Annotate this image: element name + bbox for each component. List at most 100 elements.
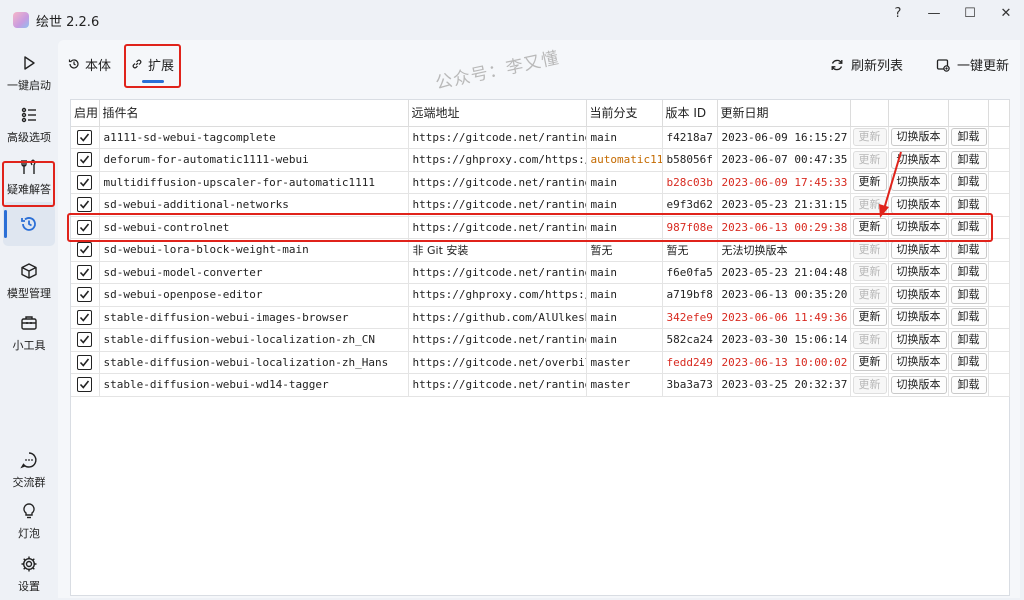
update-button[interactable]: 更新 [852,330,887,349]
switch-version-button[interactable]: 切换版本 [890,308,947,327]
switch-version-button[interactable]: 切换版本 [890,375,947,394]
extensions-table: 启用 插件名 远端地址 当前分支 版本 ID 更新日期 a1111-sd-web… [70,99,1010,596]
switch-version-button[interactable]: 切换版本 [890,330,947,349]
update-cell: 更新 [850,306,889,329]
version-id: 582ca24 [662,328,718,352]
uninstall-button[interactable]: 卸载 [950,375,987,394]
enabled-checkbox[interactable] [77,287,92,303]
tab-core[interactable]: 本体 [68,52,111,76]
update-all-button[interactable]: 一键更新 [936,55,1009,74]
update-button[interactable]: 更新 [852,263,887,282]
header-enabled: 启用 [71,100,100,127]
enabled-cell [71,126,100,149]
sidebar-item-extensions[interactable] [0,215,58,233]
uninstall-button[interactable]: 卸载 [950,240,987,259]
help-button[interactable]: ? [880,0,916,26]
switch-version-button[interactable]: 切换版本 [890,128,947,147]
enabled-checkbox[interactable] [77,264,92,280]
enabled-checkbox[interactable] [77,354,92,370]
switch-version-button[interactable]: 切换版本 [890,263,947,282]
close-button[interactable]: ✕ [988,0,1024,26]
update-button[interactable]: 更新 [852,375,887,394]
update-cell: 更新 [850,171,889,194]
extension-name: a1111-sd-webui-tagcomplete [99,126,409,149]
update-cell: 更新 [850,373,889,397]
check-icon [79,155,90,164]
enabled-checkbox[interactable] [77,242,92,258]
uninstall-button[interactable]: 卸载 [950,150,987,169]
sidebar-item-bulb[interactable]: 灯泡 [0,502,58,541]
uninstall-button[interactable]: 卸载 [950,330,987,349]
update-button[interactable]: 更新 [852,240,887,259]
update-button[interactable]: 更新 [852,150,887,169]
switch-version-button[interactable]: 切换版本 [890,173,947,192]
enabled-checkbox[interactable] [77,197,92,213]
header-action-1 [850,100,889,127]
enabled-checkbox[interactable] [77,332,92,348]
uninstall-cell: 卸载 [948,306,989,329]
uninstall-button[interactable]: 卸载 [950,173,987,192]
check-icon [79,200,90,209]
sidebar-item-models[interactable]: 模型管理 [0,262,58,301]
sidebar-item-launch[interactable]: 一键启动 [0,54,58,93]
uninstall-button[interactable]: 卸载 [950,128,987,147]
update-all-icon [936,58,950,72]
uninstall-button[interactable]: 卸载 [950,195,987,214]
refresh-list-button[interactable]: 刷新列表 [830,55,903,74]
uninstall-cell: 卸载 [948,283,989,307]
update-date: 2023-06-13 10:00:02 [717,351,851,374]
update-button[interactable]: 更新 [852,195,887,214]
uninstall-button[interactable]: 卸载 [950,308,987,327]
history-icon [68,59,79,69]
tab-label: 本体 [85,58,112,74]
update-date: 2023-06-06 11:49:36 [717,306,851,329]
table-row: deforum-for-automatic1111-webui https://g… [71,148,1010,172]
enabled-checkbox[interactable] [77,174,92,190]
switch-version-button[interactable]: 切换版本 [890,285,947,304]
sidebar-item-tools[interactable]: 小工具 [0,314,58,353]
extension-name: stable-diffusion-webui-images-browser [99,306,409,329]
header-remote: 远端地址 [408,100,587,127]
play-icon [24,56,35,70]
switch-cell: 切换版本 [888,126,949,149]
check-icon [79,313,90,322]
branch: main [586,328,663,352]
check-icon [79,335,90,344]
uninstall-button[interactable]: 卸载 [950,353,987,372]
switch-cell: 切换版本 [888,306,949,329]
uninstall-cell: 卸载 [948,261,989,284]
update-button[interactable]: 更新 [852,285,887,304]
sidebar-item-settings[interactable]: 设置 [0,555,58,594]
update-date: 2023-06-09 16:15:27 [717,126,851,149]
sidebar-item-advanced[interactable]: 高级选项 [0,106,58,145]
sidebar-item-community[interactable]: 交流群 [0,451,58,490]
table-row: stable-diffusion-webui-images-browser htt… [71,306,1010,329]
switch-version-button[interactable]: 切换版本 [890,353,947,372]
extension-name: sd-webui-openpose-editor [99,283,409,307]
enabled-checkbox[interactable] [77,309,92,325]
uninstall-button[interactable]: 卸载 [950,285,987,304]
uninstall-cell: 卸载 [948,328,989,352]
title-bar: 绘世 2.2.6 ? — ☐ ✕ [0,0,1024,40]
switch-cell: 切换版本 [888,351,949,374]
update-button[interactable]: 更新 [852,173,887,192]
update-button[interactable]: 更新 [852,128,887,147]
update-button[interactable]: 更新 [852,353,887,372]
enabled-checkbox[interactable] [77,129,92,145]
uninstall-button[interactable]: 卸载 [950,263,987,282]
switch-version-button[interactable]: 切换版本 [890,240,947,259]
branch: main [586,306,663,329]
minimize-button[interactable]: — [916,0,952,26]
switch-version-button[interactable]: 切换版本 [890,150,947,169]
enabled-checkbox[interactable] [77,377,92,393]
branch: master [586,351,663,374]
check-icon [79,178,90,187]
update-button[interactable]: 更新 [852,308,887,327]
maximize-button[interactable]: ☐ [952,0,988,26]
update-all-label: 一键更新 [957,59,1010,74]
switch-version-button[interactable]: 切换版本 [890,195,947,214]
remote-url: https://gitcode.net/ranting8323/stable-d… [408,328,587,352]
enabled-checkbox[interactable] [77,152,92,168]
remote-url: https://ghproxy.com/https://github.com/d… [408,148,587,172]
spacer-cell [988,238,1010,262]
